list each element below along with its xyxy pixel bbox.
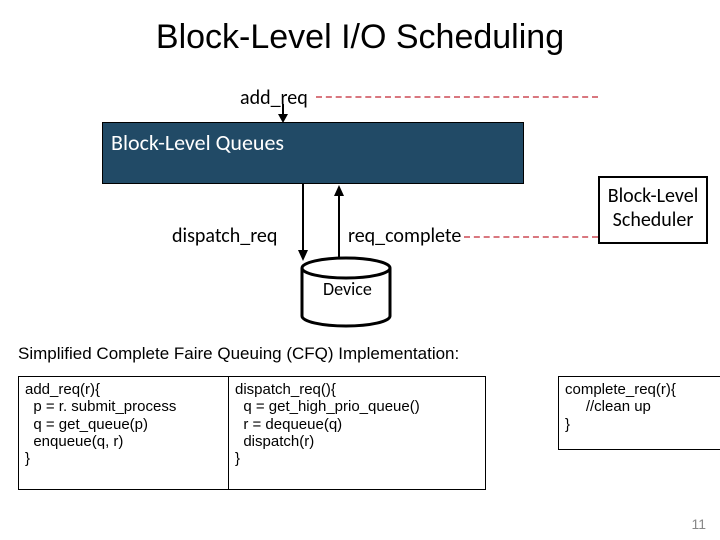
scheduler-line2: Scheduler <box>600 208 706 232</box>
label-dispatch-req: dispatch_req <box>172 224 277 248</box>
slide-number: 11 <box>691 516 706 532</box>
code-add-req: add_req(r){ p = r. submit_process q = ge… <box>18 376 242 490</box>
slide-title: Block-Level I/O Scheduling <box>0 18 720 57</box>
description-text: Simplified Complete Faire Queuing (CFQ) … <box>18 344 459 364</box>
label-add-req: add_req <box>240 86 308 110</box>
block-level-scheduler-box: Block-Level Scheduler <box>598 176 708 244</box>
dashed-connector-top <box>316 96 598 98</box>
code-complete-req: complete_req(r){ //clean up } <box>558 376 720 450</box>
arrow-add-req <box>276 104 290 124</box>
arrow-req-complete <box>332 184 346 262</box>
scheduler-line1: Block-Level <box>600 184 706 208</box>
block-level-queues-text: Block-Level Queues <box>111 129 284 156</box>
arrow-dispatch-req <box>296 184 310 262</box>
code-dispatch-req: dispatch_req(){ q = get_high_prio_queue(… <box>228 376 486 490</box>
device-label: Device <box>323 278 372 300</box>
dashed-connector-bottom <box>464 236 598 238</box>
label-req-complete: req_complete <box>348 224 461 248</box>
block-level-queues-box: Block-Level Queues <box>102 122 524 184</box>
